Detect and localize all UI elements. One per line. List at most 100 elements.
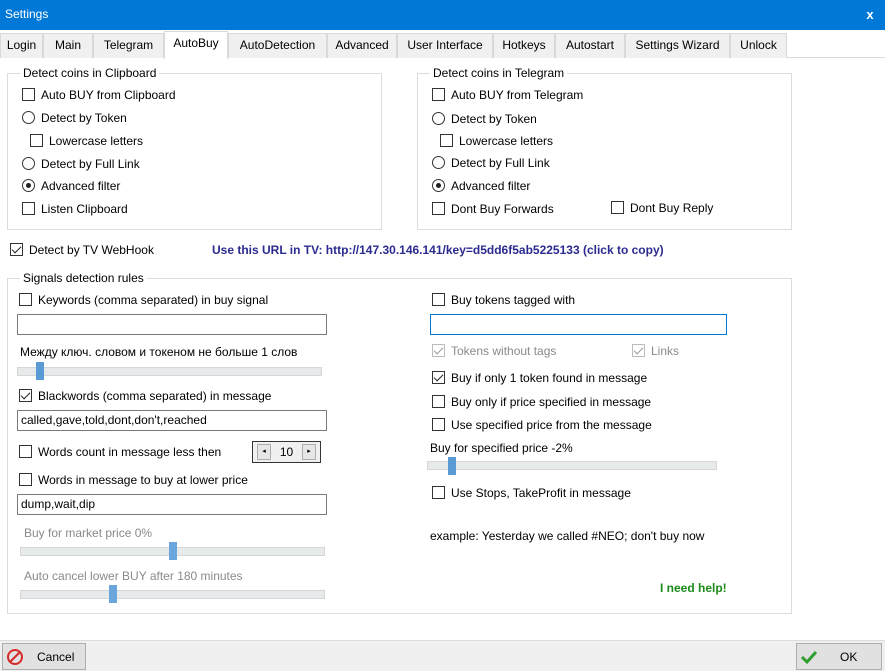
detect-by-link-radio[interactable] (22, 157, 35, 170)
tab-advanced[interactable]: Advanced (327, 33, 397, 58)
without-tags-label: Tokens without tags (451, 344, 557, 358)
auto-cancel-slider-track (20, 590, 325, 599)
words-count-checkbox[interactable] (19, 445, 32, 458)
close-icon[interactable]: x (855, 0, 885, 30)
ok-button-label: OK (840, 650, 858, 664)
cancel-icon (7, 649, 23, 665)
auto-cancel-label: Auto cancel lower BUY after 180 minutes (24, 569, 243, 583)
keywords-input[interactable] (17, 314, 327, 335)
tv-webhook-url-link[interactable]: Use this URL in TV: http://147.30.146.14… (212, 243, 664, 257)
advanced-filter-radio[interactable] (22, 179, 35, 192)
distance-slider-thumb[interactable] (36, 362, 44, 380)
clipboard-group-title: Detect coins in Clipboard (20, 66, 160, 80)
tab-telegram[interactable]: Telegram (93, 33, 164, 58)
blackwords-checkbox[interactable] (19, 389, 32, 402)
blackwords-label: Blackwords (comma separated) in message (38, 389, 272, 403)
detect-by-token-label: Detect by Token (41, 111, 127, 125)
cancel-button-label: Cancel (37, 650, 75, 664)
specified-price-slider-track (427, 461, 717, 470)
lower-price-words-input[interactable]: dump,wait,dip (17, 494, 327, 515)
words-count-stepper[interactable]: ◂ 10 ▸ (252, 441, 321, 463)
keywords-checkbox[interactable] (19, 293, 32, 306)
tab-unlock[interactable]: Unlock (730, 33, 787, 58)
tab-strip: Login Main Telegram AutoBuy AutoDetectio… (0, 31, 885, 59)
tg-advanced-filter-label: Advanced filter (451, 179, 531, 193)
detect-by-token-radio[interactable] (22, 111, 35, 124)
chevron-right-icon[interactable]: ▸ (302, 444, 316, 460)
lowercase-telegram-checkbox[interactable] (440, 134, 453, 147)
tab-label: Autostart (565, 38, 615, 52)
tab-label: Settings Wizard (635, 38, 720, 52)
bottom-bar: Cancel OK (0, 640, 885, 671)
auto-buy-clipboard-label: Auto BUY from Clipboard (41, 88, 176, 102)
auto-buy-telegram-label: Auto BUY from Telegram (451, 88, 584, 102)
tab-label: Advanced (335, 38, 389, 52)
tg-detect-by-token-label: Detect by Token (451, 112, 537, 126)
words-count-label: Words count in message less then (38, 445, 222, 459)
ok-button[interactable]: OK (796, 643, 882, 670)
market-price-slider-thumb[interactable] (169, 542, 177, 560)
dont-buy-forwards-checkbox[interactable] (432, 202, 445, 215)
specified-price-slider-thumb[interactable] (448, 457, 456, 475)
tg-advanced-filter-radio[interactable] (432, 179, 445, 192)
checkmark-icon (800, 650, 818, 665)
tagged-label: Buy tokens tagged with (451, 293, 576, 307)
dont-buy-forwards-label: Dont Buy Forwards (451, 202, 554, 216)
advanced-filter-label: Advanced filter (41, 179, 121, 193)
dont-buy-reply-label: Dont Buy Reply (630, 201, 714, 215)
tab-autodetection[interactable]: AutoDetection (228, 33, 327, 58)
lower-price-words-label: Words in message to buy at lower price (38, 473, 248, 487)
only-price-label: Buy only if price specified in message (451, 395, 652, 409)
tg-detect-by-link-label: Detect by Full Link (451, 156, 550, 170)
tab-hotkeys[interactable]: Hotkeys (493, 33, 555, 58)
tab-user-interface[interactable]: User Interface (397, 33, 493, 58)
tv-webhook-checkbox[interactable] (10, 243, 23, 256)
lowercase-clipboard-label: Lowercase letters (49, 134, 144, 148)
tab-label: Login (6, 38, 37, 52)
lowercase-clipboard-checkbox[interactable] (30, 134, 43, 147)
tab-label: AutoDetection (239, 38, 316, 52)
market-price-label: Buy for market price 0% (24, 526, 153, 540)
tagged-input[interactable] (430, 314, 727, 335)
tab-settings-wizard[interactable]: Settings Wizard (625, 33, 730, 58)
blackwords-input[interactable]: called,gave,told,dont,don't,reached (17, 410, 327, 431)
listen-clipboard-checkbox[interactable] (22, 202, 35, 215)
auto-cancel-slider-thumb[interactable] (109, 585, 117, 603)
tab-main[interactable]: Main (43, 33, 93, 58)
tab-label: AutoBuy (173, 36, 219, 50)
stops-checkbox[interactable] (432, 486, 445, 499)
only-price-checkbox[interactable] (432, 395, 445, 408)
telegram-group-title: Detect coins in Telegram (430, 66, 568, 80)
tab-autostart[interactable]: Autostart (555, 33, 625, 58)
only-one-token-label: Buy if only 1 token found in message (451, 371, 648, 385)
use-price-label: Use specified price from the message (451, 418, 652, 432)
title-bar: Settings x (0, 0, 885, 30)
detect-by-link-label: Detect by Full Link (41, 157, 140, 171)
distance-slider-track (17, 367, 322, 376)
window-title: Settings (5, 7, 49, 21)
links-label: Links (651, 344, 680, 358)
example-text: example: Yesterday we called #NEO; don't… (430, 529, 705, 543)
tab-autobuy[interactable]: AutoBuy (164, 31, 228, 59)
auto-buy-clipboard-checkbox[interactable] (22, 88, 35, 101)
tab-label: Unlock (740, 38, 777, 52)
help-link[interactable]: I need help! (660, 581, 727, 595)
specified-price-label: Buy for specified price -2% (430, 441, 573, 455)
without-tags-checkbox[interactable] (432, 344, 445, 357)
chevron-left-icon[interactable]: ◂ (257, 444, 271, 460)
dont-buy-reply-checkbox[interactable] (611, 201, 624, 214)
tg-detect-by-token-radio[interactable] (432, 112, 445, 125)
use-price-checkbox[interactable] (432, 418, 445, 431)
tg-detect-by-link-radio[interactable] (432, 156, 445, 169)
distance-label: Между ключ. словом и токеном не больше 1… (20, 345, 298, 359)
tab-login[interactable]: Login (0, 33, 43, 58)
tab-label: Hotkeys (502, 38, 546, 52)
keywords-label: Keywords (comma separated) in buy signal (38, 293, 269, 307)
links-checkbox[interactable] (632, 344, 645, 357)
only-one-token-checkbox[interactable] (432, 371, 445, 384)
words-count-value: 10 (279, 445, 294, 459)
cancel-button[interactable]: Cancel (2, 643, 86, 670)
auto-buy-telegram-checkbox[interactable] (432, 88, 445, 101)
lower-price-words-checkbox[interactable] (19, 473, 32, 486)
tagged-checkbox[interactable] (432, 293, 445, 306)
